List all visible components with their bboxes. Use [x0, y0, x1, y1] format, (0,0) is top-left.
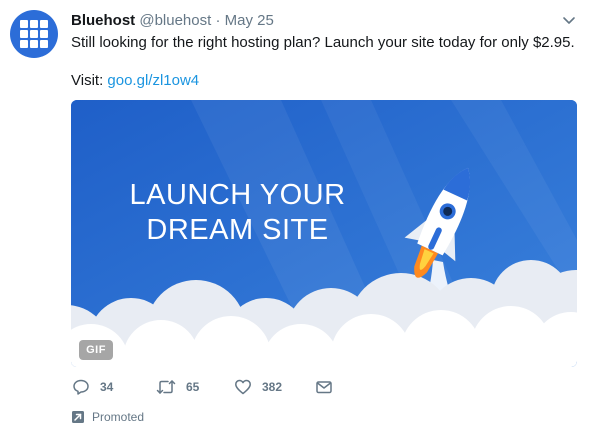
like-count: 382: [262, 380, 283, 394]
chevron-down-icon[interactable]: [561, 13, 577, 29]
tweet-date[interactable]: May 25: [225, 12, 274, 29]
heart-icon: [235, 379, 251, 395]
headline-line-1: LAUNCH YOUR: [129, 179, 346, 211]
reply-icon: [73, 379, 89, 395]
promoted-indicator[interactable]: Promoted: [72, 409, 144, 425]
retweet-button[interactable]: 65: [156, 376, 199, 398]
retweet-icon: [156, 380, 176, 394]
media-card[interactable]: LAUNCH YOUR DREAM SITE GIF: [71, 100, 577, 367]
tweet-actions: 34 65 382: [72, 376, 352, 398]
account-name[interactable]: Bluehost: [71, 12, 135, 29]
separator-dot: ·: [215, 12, 221, 29]
account-handle[interactable]: @bluehost: [139, 12, 211, 29]
headline-line-2: DREAM SITE: [146, 214, 329, 246]
media-headline: LAUNCH YOUR DREAM SITE: [71, 178, 404, 248]
gif-badge: GIF: [79, 340, 113, 360]
visit-label: Visit:: [71, 72, 108, 89]
avatar[interactable]: [10, 10, 58, 58]
tweet-header: Bluehost @bluehost · May 25: [71, 11, 274, 31]
tweet-text: Still looking for the right hosting plan…: [71, 34, 575, 51]
grid-logo-icon: [20, 20, 48, 48]
retweet-count: 65: [186, 380, 200, 394]
promoted-arrow-icon: [72, 411, 84, 423]
like-button[interactable]: 382: [234, 376, 282, 398]
reply-button[interactable]: 34: [72, 376, 113, 398]
direct-message-button[interactable]: [315, 376, 333, 398]
tweet-link[interactable]: goo.gl/zl1ow4: [107, 72, 199, 89]
reply-count: 34: [100, 380, 114, 394]
message-icon: [316, 381, 332, 394]
visit-line: Visit: goo.gl/zl1ow4: [71, 71, 199, 91]
promoted-label: Promoted: [92, 410, 145, 424]
